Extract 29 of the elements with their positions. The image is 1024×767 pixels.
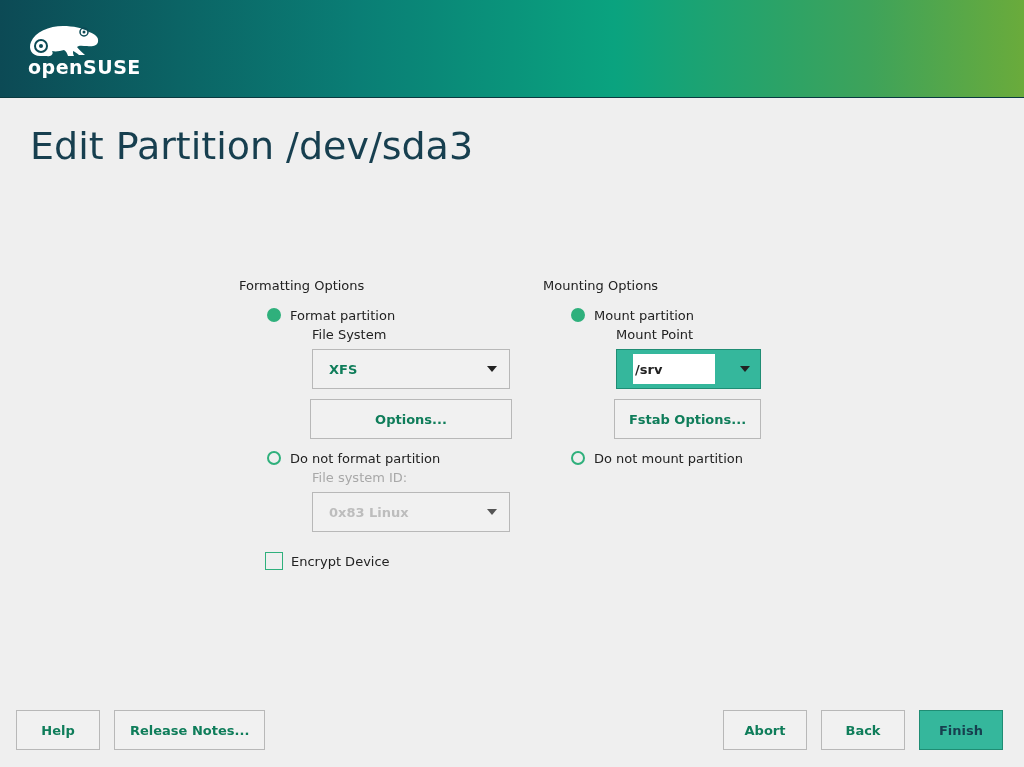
- field-label: Mount Point: [616, 327, 695, 344]
- radio-button[interactable]: [267, 308, 281, 322]
- caret-icon: [487, 509, 497, 515]
- section-heading: Formatting Options: [239, 278, 366, 295]
- logo-text: openSUSE: [28, 55, 141, 78]
- radio-button[interactable]: [571, 451, 585, 465]
- field-label: File System: [312, 327, 388, 344]
- section-heading: Mounting Options: [543, 278, 660, 295]
- caret-icon: [740, 366, 750, 372]
- radio-button[interactable]: [267, 451, 281, 465]
- radio-label: Do not mount partition: [594, 450, 744, 466]
- caret-icon: [487, 366, 497, 372]
- radio-label: Do not format partition: [290, 450, 441, 466]
- footer-button[interactable]: Back: [821, 710, 905, 750]
- radio-button[interactable]: [571, 308, 585, 322]
- options-button[interactable]: Options...: [310, 399, 512, 439]
- mount-point-combo[interactable]: /srv: [616, 349, 761, 389]
- fstab-options-button[interactable]: Fstab Options...: [614, 399, 761, 439]
- radio-label: Format partition: [290, 307, 396, 323]
- footer-button[interactable]: Finish: [919, 710, 1003, 750]
- page-title: Edit Partition /dev/sda3: [30, 124, 475, 168]
- file-system-dropdown[interactable]: XFS: [312, 349, 510, 389]
- footer-button[interactable]: Abort: [723, 710, 807, 750]
- checkbox-label: Encrypt Device: [291, 553, 390, 569]
- field-label: File system ID:: [312, 470, 409, 487]
- radio-label: Mount partition: [594, 307, 695, 323]
- checkbox[interactable]: [265, 552, 283, 570]
- footer-button[interactable]: Help: [16, 710, 100, 750]
- footer-button[interactable]: Release Notes...: [114, 710, 266, 750]
